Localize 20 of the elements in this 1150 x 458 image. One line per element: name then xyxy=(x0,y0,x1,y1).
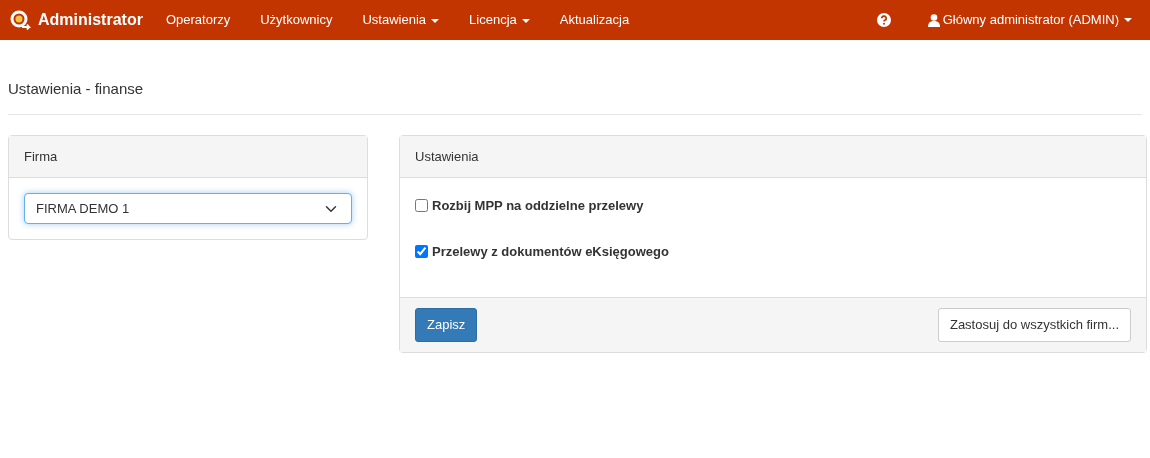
page-title: Ustawienia - finanse xyxy=(8,78,1142,115)
help-icon[interactable] xyxy=(876,13,891,27)
nav-dropdown[interactable]: Ustawienia xyxy=(347,10,455,30)
checkbox[interactable] xyxy=(415,199,428,213)
checkbox-label[interactable]: Przelewy z dokumentów eKsięgowego xyxy=(432,241,669,261)
save-button[interactable]: Zapisz xyxy=(415,308,478,342)
user-menu[interactable]: Główny administrator (ADMIN) xyxy=(912,10,1142,30)
user-icon xyxy=(927,13,940,27)
panel-heading: Firma xyxy=(9,135,367,178)
nav-link[interactable]: Aktualizacja xyxy=(544,10,645,30)
nav-dropdown[interactable]: Licencja xyxy=(454,10,545,30)
logo-icon xyxy=(10,10,32,30)
apply-all-button[interactable]: Zastosuj do wszystkich firm... xyxy=(937,308,1131,342)
nav-link[interactable]: Operatorzy xyxy=(150,10,246,30)
brand-link[interactable]: Administrator xyxy=(38,8,143,32)
nav-link[interactable]: Użytkownicy xyxy=(245,10,348,30)
company-select[interactable]: FIRMA DEMO 1 xyxy=(24,193,352,224)
checkbox[interactable] xyxy=(415,244,428,258)
checkbox-label[interactable]: Rozbij MPP na oddzielne przelewy xyxy=(432,196,644,216)
panel-heading: Ustawienia xyxy=(400,135,1146,178)
